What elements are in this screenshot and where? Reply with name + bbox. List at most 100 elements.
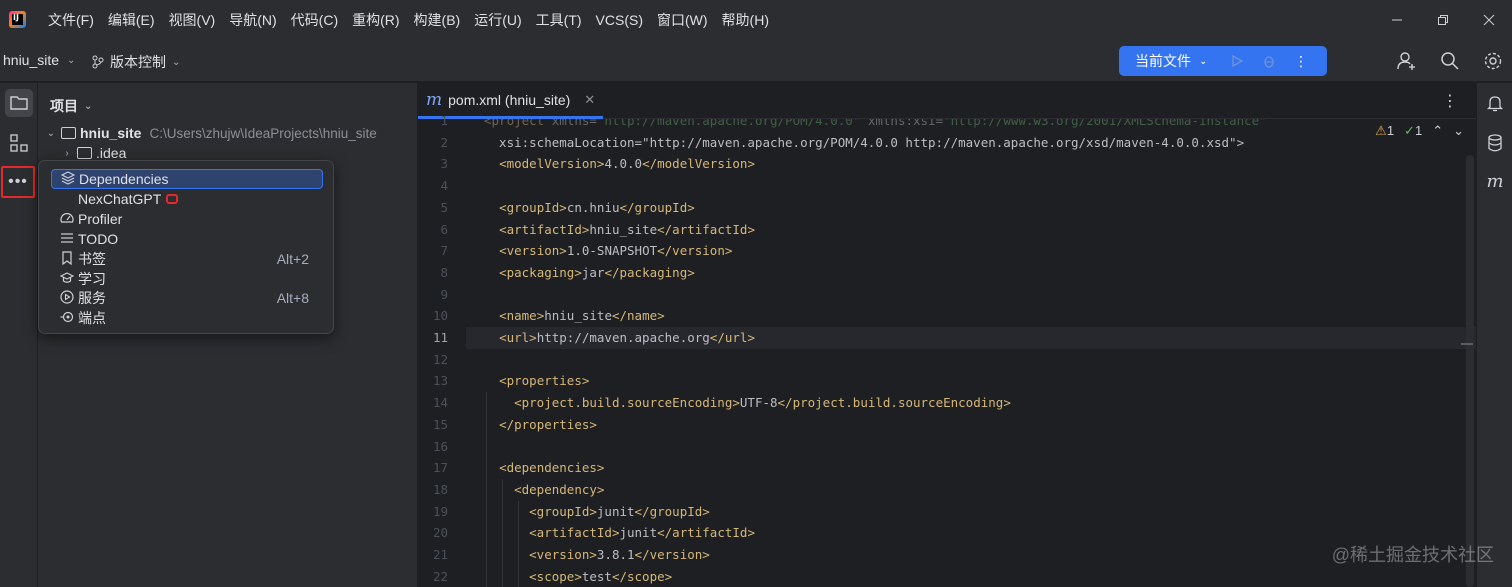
menu-item[interactable]: 编辑(E): [101, 7, 162, 33]
code-line[interactable]: <scope>test</scope>: [484, 566, 672, 587]
line-number: 16: [432, 438, 448, 454]
watermark: @稀土掘金技术社区: [1331, 545, 1494, 565]
chevron-up-icon[interactable]: ⌃: [1432, 123, 1443, 139]
code-line[interactable]: <packaging>jar</packaging>: [484, 262, 695, 284]
line-number: 8: [440, 264, 448, 280]
chevron-down-icon[interactable]: ⌄: [1453, 123, 1464, 139]
code-line[interactable]: <artifactId>junit</artifactId>: [484, 522, 755, 544]
chevron-down-icon: ⌄: [84, 100, 93, 112]
run-configuration-selector[interactable]: 当前文件 ⌄: [1119, 51, 1221, 71]
popup-item-nexchatgpt[interactable]: NexChatGPT: [51, 189, 323, 209]
maven-icon: m: [426, 89, 443, 110]
code-line[interactable]: <project.build.sourceEncoding>UTF-8</pro…: [484, 392, 1011, 414]
line-number: 21: [432, 547, 448, 562]
line-number-gutter: 1 2 3 4 5 6 7 8 9 10 11 12 13 14 15 16 17 18 19 20 21 22: [418, 113, 466, 587]
popup-item-服务[interactable]: 服务 Alt+8: [51, 288, 323, 308]
run-icon[interactable]: [1221, 46, 1253, 76]
ok-count[interactable]: ✓1: [1404, 123, 1422, 139]
add-user-icon[interactable]: [1395, 49, 1419, 73]
menu-item[interactable]: 视图(V): [162, 7, 223, 33]
popup-item-label: 书签: [78, 251, 106, 267]
editor-area: m pom.xml (hniu_site) ✕ ⋮ 1 2 3 4 5 6 7 8 9 10 11 1…: [418, 83, 1476, 587]
root-name: hniu_site: [80, 125, 142, 141]
code-line[interactable]: <modelVersion>4.0.0</modelVersion>: [484, 153, 755, 175]
code-line[interactable]: xsi:schemaLocation="http://maven.apache.…: [484, 132, 1244, 154]
menu-item[interactable]: VCS(S): [589, 7, 650, 33]
popup-item-todo[interactable]: TODO: [51, 229, 323, 249]
settings-gear-icon[interactable]: [1481, 49, 1505, 73]
restore-icon[interactable]: [1420, 0, 1466, 40]
popup-item-label: NexChatGPT: [78, 191, 162, 207]
play-circle-icon: [59, 289, 75, 307]
menu-item[interactable]: 窗口(W): [650, 7, 715, 33]
warning-count[interactable]: ⚠1: [1375, 123, 1394, 139]
code-line[interactable]: <properties>: [484, 370, 589, 392]
layers-icon: [60, 170, 76, 188]
maven-icon[interactable]: m: [1483, 169, 1507, 193]
popup-item-书签[interactable]: 书签 Alt+2: [51, 249, 323, 269]
tab-label: pom.xml (hniu_site): [448, 91, 571, 108]
tree-root[interactable]: ⌄ hniu_site C:\Users\zhujw\IdeaProjects\…: [44, 123, 377, 143]
debug-icon[interactable]: [1253, 46, 1285, 76]
code-line[interactable]: <project xmlns="http://maven.apache.org/…: [484, 119, 1267, 132]
menu-item[interactable]: 文件(F): [41, 7, 101, 33]
structure-icon[interactable]: [5, 129, 33, 157]
popup-item-dependencies[interactable]: Dependencies: [51, 169, 323, 189]
vcs-widget[interactable]: 版本控制 ⌄: [92, 52, 180, 72]
menu-item[interactable]: 工具(T): [529, 7, 589, 33]
run-widget: 当前文件 ⌄ ⋮: [1119, 46, 1327, 76]
collapsed-arrow-icon[interactable]: ›: [60, 148, 74, 159]
expanded-arrow-icon[interactable]: ⌄: [44, 128, 58, 139]
popup-item-学习[interactable]: 学习: [51, 269, 323, 289]
panel-title[interactable]: 项目 ⌄: [50, 96, 92, 116]
endpoint-icon: [59, 310, 75, 327]
code-line[interactable]: <version>1.0-SNAPSHOT</version>: [484, 240, 732, 262]
gauge-icon: [59, 211, 75, 228]
project-folder-icon[interactable]: [5, 89, 33, 117]
vertical-scrollbar[interactable]: [1466, 155, 1474, 587]
menu-item[interactable]: 导航(N): [222, 7, 283, 33]
tree-item-label: .idea: [96, 145, 127, 161]
chevron-down-icon: ⌄: [1199, 55, 1208, 67]
title-bar: IJ 文件(F) 编辑(E) 视图(V) 导航(N) 代码(C) 重构(R) 构建(B) 运行…: [0, 0, 1512, 40]
line-number: 11: [432, 330, 448, 345]
menu-item[interactable]: 帮助(H): [715, 7, 776, 33]
menu-item[interactable]: 重构(R): [345, 7, 406, 33]
more-vertical-icon[interactable]: ⋮: [1442, 91, 1458, 111]
notifications-bell-icon[interactable]: [1483, 91, 1507, 115]
scroll-marker: [1461, 343, 1473, 345]
more-vertical-icon[interactable]: ⋮: [1285, 46, 1317, 76]
code-line[interactable]: <dependencies>: [484, 457, 604, 479]
more-tool-windows-button[interactable]: •••: [1, 166, 35, 198]
code-line[interactable]: <groupId>cn.hniu</groupId>: [484, 197, 695, 219]
search-icon[interactable]: [1438, 49, 1462, 73]
vcs-label: 版本控制: [110, 54, 166, 70]
window-controls: [1374, 0, 1512, 40]
main-toolbar: hniu_site ⌄ 版本控制 ⌄ 当前文件 ⌄ ⋮: [0, 40, 1512, 82]
menu-item[interactable]: 代码(C): [284, 7, 345, 33]
right-tool-stripe: m: [1476, 83, 1512, 587]
close-window-icon[interactable]: [1466, 0, 1512, 40]
line-number: 14: [432, 395, 448, 411]
popup-item-端点[interactable]: 端点: [51, 308, 323, 328]
popup-item-profiler[interactable]: Profiler: [51, 209, 323, 229]
code-editor[interactable]: <project xmlns="http://maven.apache.org/…: [466, 119, 1476, 587]
line-number: 3: [440, 156, 448, 172]
code-line[interactable]: <url>http://maven.apache.org</url>: [484, 327, 755, 349]
menu-item[interactable]: 构建(B): [407, 7, 468, 33]
indent-guide: [518, 500, 519, 587]
popup-item-label: 学习: [78, 271, 106, 287]
database-icon[interactable]: [1483, 131, 1507, 155]
project-switcher[interactable]: hniu_site ⌄: [3, 52, 75, 68]
code-line[interactable]: <name>hniu_site</name>: [484, 305, 665, 327]
code-line[interactable]: </properties>: [484, 414, 597, 436]
menu-item[interactable]: 运行(U): [467, 7, 528, 33]
code-line[interactable]: <artifactId>hniu_site</artifactId>: [484, 219, 755, 241]
close-icon[interactable]: ✕: [584, 92, 595, 108]
line-number: 1: [440, 113, 448, 128]
inspection-widget[interactable]: ⚠1 ✓1 ⌃ ⌄: [1375, 123, 1464, 139]
minimize-icon[interactable]: [1374, 0, 1420, 40]
intellij-logo-icon[interactable]: IJ: [9, 11, 26, 28]
indent-guide: [486, 392, 487, 587]
list-icon: [59, 231, 75, 248]
